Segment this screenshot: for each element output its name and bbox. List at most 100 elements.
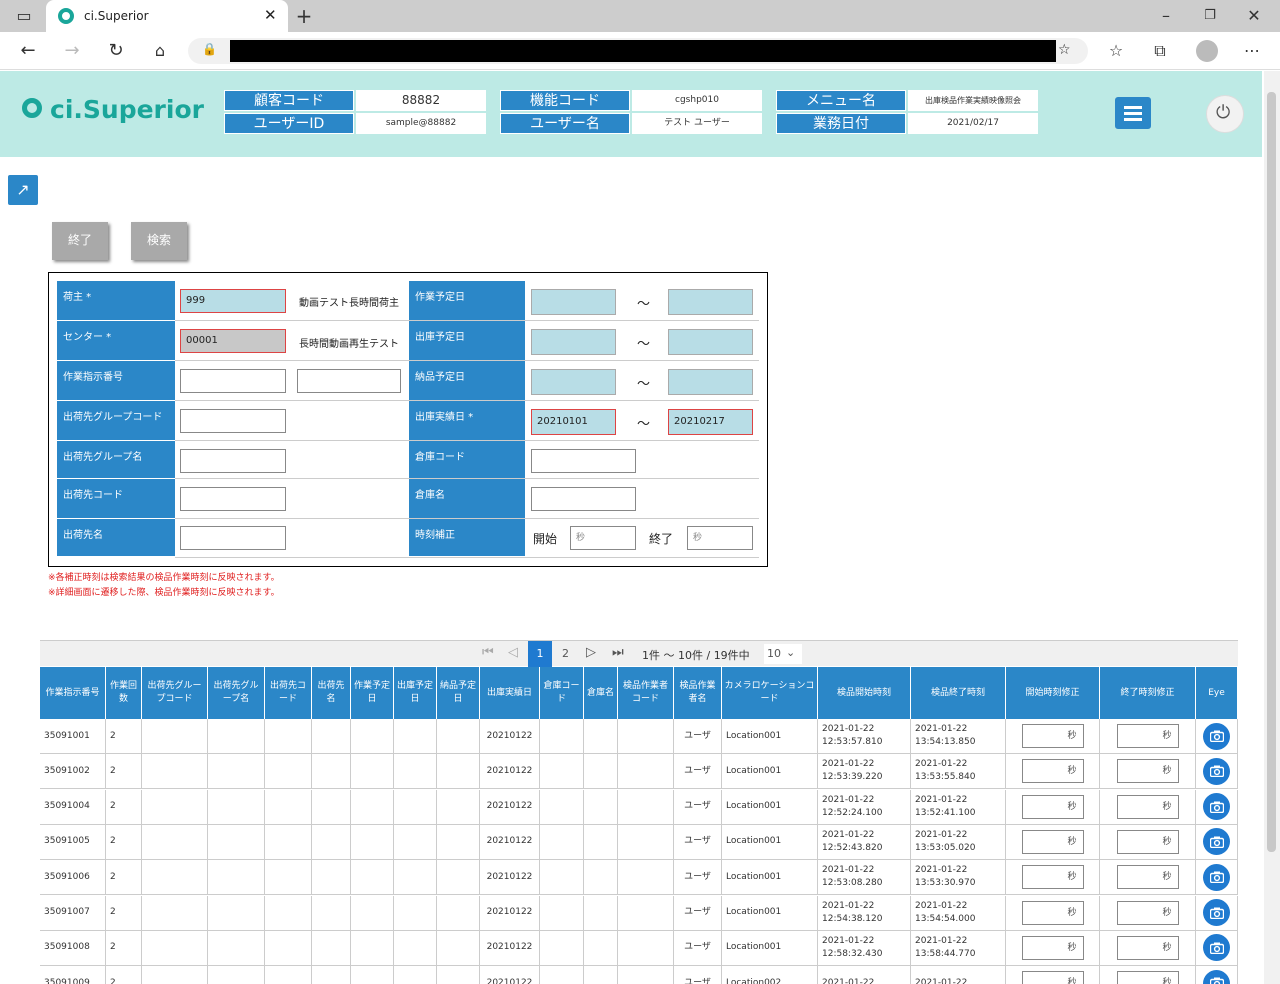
cell-wh-code [540,895,584,930]
dest-name-input[interactable] [180,526,286,550]
collections-icon[interactable]: ⧉ [1148,39,1172,63]
end-adj-input[interactable]: 秒 [687,526,753,550]
profile-avatar[interactable] [1196,40,1218,62]
camera-icon[interactable] [1203,969,1230,984]
cell-count: 2 [106,754,142,789]
hamburger-menu-button[interactable] [1115,97,1151,129]
warehouse-name-input[interactable] [531,487,636,511]
end-adj-sec-input[interactable]: 秒 [1116,971,1179,984]
tab-actions-icon[interactable]: ▭ [12,4,36,28]
cell-dest-group-name [208,895,265,930]
forward-icon[interactable]: → [60,39,84,63]
work-order-to-input[interactable] [297,369,401,393]
end-adj-sec-input[interactable]: 秒 [1116,794,1179,819]
warehouse-code-input[interactable] [531,449,636,473]
end-adj-sec-input[interactable]: 秒 [1116,935,1179,960]
new-tab-icon[interactable]: + [292,4,316,28]
end-adj-sec-input[interactable]: 秒 [1116,724,1179,748]
work-order-from-input[interactable] [180,369,286,393]
deliv-sched-to-input[interactable] [668,369,753,395]
favorites-icon[interactable]: ☆ [1104,39,1128,63]
end-adj-sec-input[interactable]: 秒 [1116,829,1179,854]
home-icon[interactable]: ⌂ [148,39,172,63]
cell-line: 12:52:24.100 [822,807,883,818]
ship-sched-to-input[interactable] [668,329,753,355]
logout-button[interactable]: ⏻ [1206,95,1244,133]
close-tab-icon[interactable]: ✕ [264,6,277,24]
cell-dest-code [265,895,312,930]
dest-code-input[interactable] [180,487,286,511]
start-adj-sec-input[interactable]: 秒 [1021,759,1084,784]
ship-sched-from-input[interactable] [531,329,616,355]
work-sched-from-input[interactable] [531,289,616,315]
reload-icon[interactable]: ↻ [104,39,128,63]
start-adj-sec-input[interactable]: 秒 [1021,935,1084,960]
table-row[interactable]: 35091002 2 20210122 ユーザ Location001 2021-01-2… [40,754,1238,790]
last-page-icon[interactable]: ⏭ [612,645,624,660]
camera-icon[interactable] [1203,899,1230,926]
first-page-icon[interactable]: ⏮ [482,645,494,660]
start-adj-sec-input[interactable]: 秒 [1021,829,1084,854]
table-row[interactable]: 35091008 2 20210122 ユーザ Location001 2021-01-2… [40,930,1238,966]
table-row[interactable]: 35091001 2 20210122 ユーザ Location001 2021-01-2… [40,719,1238,754]
time-adj-label: 時刻補正 [409,519,525,557]
cell-count: 2 [106,966,142,984]
start-adj-sec-input[interactable]: 秒 [1021,900,1084,925]
end-adj-sec-input[interactable]: 秒 [1116,759,1179,784]
end-adj-sec-input[interactable]: 秒 [1116,865,1179,890]
camera-icon[interactable] [1203,828,1230,856]
logo-text: ci.Superior [50,95,204,124]
ship-actual-to-input[interactable]: 20210217 [668,409,753,435]
table-row[interactable]: 35091009 2 20210122 ユーザ Location002 2021-01-2… [40,966,1238,984]
scrollbar-thumb[interactable] [1267,92,1276,852]
table-row[interactable]: 35091006 2 20210122 ユーザ Location001 2021-01-2… [40,860,1238,896]
camera-icon[interactable] [1203,934,1230,962]
cell-line: 2021-01-22 [822,977,875,984]
end-button[interactable]: 終了 [52,222,108,260]
dest-group-name-input[interactable] [180,449,286,473]
restore-icon[interactable]: ❐ [1198,4,1222,28]
note-1: ※各補正時刻は検索結果の検品作業時刻に反映されます。 [48,573,280,583]
start-adj-input[interactable]: 秒 [570,526,636,550]
work-sched-to-input[interactable] [668,289,753,315]
start-adj-sec-input[interactable]: 秒 [1021,794,1084,819]
camera-icon[interactable] [1203,757,1230,785]
window-close-icon[interactable]: ✕ [1242,4,1266,28]
next-page-icon[interactable]: ▷ [586,645,596,660]
cell-line: 13:52:41.100 [915,807,976,818]
page-size-select[interactable]: 10 ⌄ [764,644,802,664]
more-menu-icon[interactable]: ⋯ [1240,39,1264,63]
prev-page-icon[interactable]: ◁ [508,645,518,660]
page-1-button[interactable]: 1 [528,641,552,667]
minimize-icon[interactable]: – [1154,4,1178,28]
center-input[interactable]: 00001 [180,329,286,353]
cell-work-sched [351,824,394,859]
start-adj-sec-input[interactable]: 秒 [1021,865,1084,890]
browser-tab[interactable]: ci.Superior ✕ [46,0,288,32]
cell-line: 2021-01-22 [915,977,968,984]
table-row[interactable]: 35091005 2 20210122 ユーザ Location001 2021-01-2… [40,824,1238,860]
back-icon[interactable]: ← [16,39,40,63]
start-adj-sec-input[interactable]: 秒 [1021,971,1084,984]
camera-icon[interactable] [1203,863,1230,891]
header-col-dest-group-code: 出荷先グループコード [142,667,208,719]
page-2-button[interactable]: 2 [562,647,569,660]
cell-worker-name: ユーザ [674,824,722,859]
cell-worker-code [618,966,674,984]
dest-group-code-input[interactable] [180,409,286,433]
header-col-deliv-sched: 納品予定日 [437,667,480,719]
table-row[interactable]: 35091007 2 20210122 ユーザ Location001 2021-01-2… [40,895,1238,931]
end-adj-sec-input[interactable]: 秒 [1116,900,1179,925]
cell-worker-code [618,895,674,930]
table-row[interactable]: 35091004 2 20210122 ユーザ Location001 2021-01-2… [40,789,1238,825]
camera-icon[interactable] [1203,722,1230,750]
deliv-sched-from-input[interactable] [531,369,616,395]
add-favorite-icon[interactable]: ☆ [1058,42,1071,58]
user-id-value: sample@88882 [356,113,486,134]
shipper-input[interactable]: 999 [180,289,286,313]
camera-icon[interactable] [1203,793,1230,821]
ship-actual-from-input[interactable]: 20210101 [531,409,616,435]
open-new-window-icon[interactable]: ↗ [8,175,38,205]
start-adj-sec-input[interactable]: 秒 [1021,724,1084,748]
search-button[interactable]: 検索 [131,222,187,260]
